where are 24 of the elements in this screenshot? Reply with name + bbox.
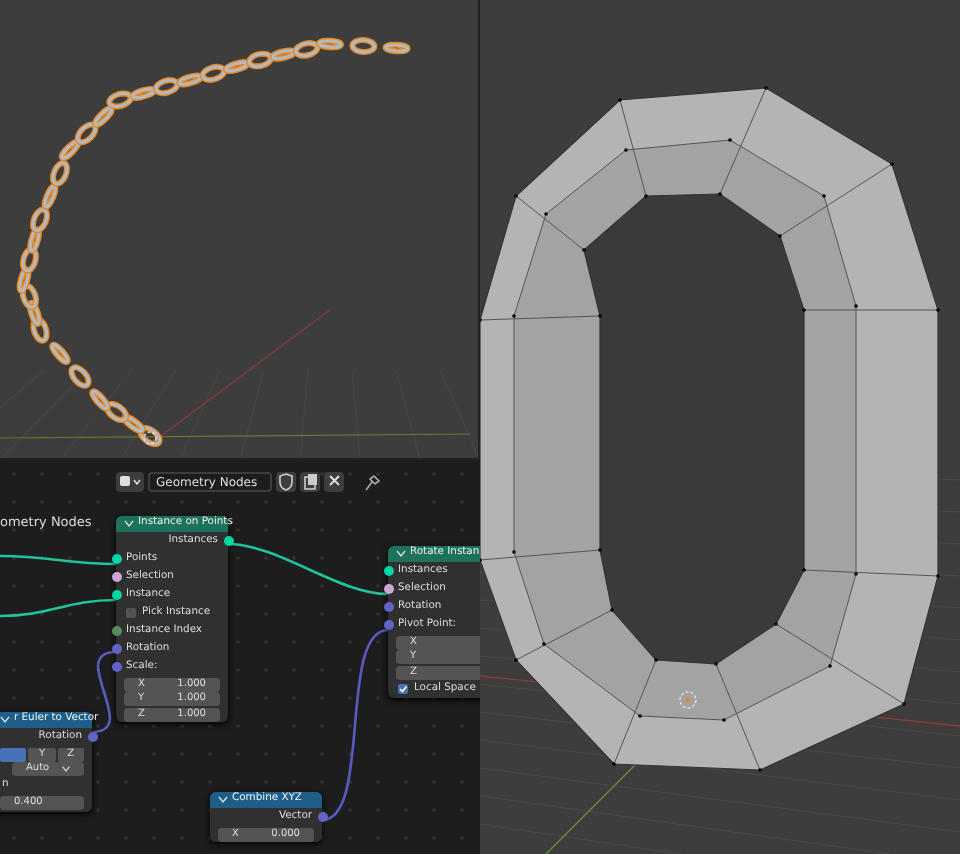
checkbox[interactable]: [398, 684, 408, 694]
collapse-caret-icon[interactable]: [396, 550, 406, 558]
collapse-caret-icon[interactable]: [0, 716, 10, 724]
socket-icon[interactable]: [223, 536, 233, 546]
pin-icon[interactable]: [364, 473, 380, 491]
node-link: [0, 554, 116, 566]
origin-icon: [143, 431, 157, 445]
editor-type-button[interactable]: [116, 472, 144, 492]
duplicate-icon[interactable]: [300, 472, 320, 492]
node-link: [0, 598, 117, 618]
socket-icon[interactable]: [111, 554, 121, 564]
axis-toggle[interactable]: [0, 747, 27, 761]
caret-icon: [62, 766, 70, 772]
checkbox[interactable]: [126, 608, 136, 618]
collapse-caret-icon[interactable]: [218, 796, 228, 804]
socket-icon[interactable]: [111, 572, 121, 582]
cursor-icon: [679, 691, 697, 709]
socket-icon[interactable]: [383, 584, 393, 594]
socket-icon[interactable]: [111, 590, 121, 600]
socket-icon[interactable]: [383, 566, 393, 576]
fake-user-shield-icon[interactable]: [276, 472, 296, 492]
collapse-caret-icon[interactable]: [124, 520, 134, 528]
socket-icon[interactable]: [111, 626, 121, 636]
close-icon[interactable]: [324, 472, 344, 492]
